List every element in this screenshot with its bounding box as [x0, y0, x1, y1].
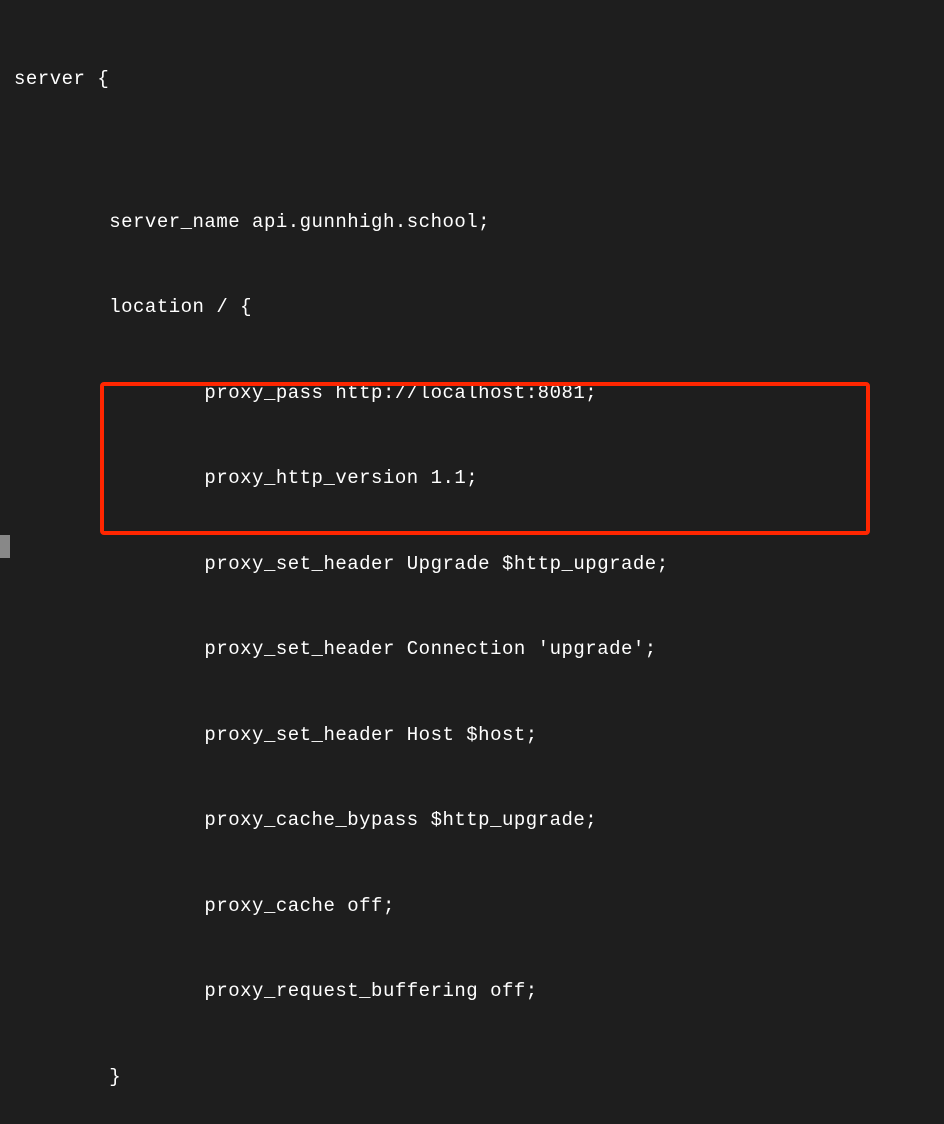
cursor-icon	[0, 535, 10, 558]
code-line: proxy_cache off;	[0, 892, 944, 921]
code-block: server { server_name api.gunnhigh.school…	[0, 8, 944, 1124]
code-line: proxy_cache_bypass $http_upgrade;	[0, 806, 944, 835]
code-line: proxy_set_header Connection 'upgrade';	[0, 635, 944, 664]
code-line: server_name api.gunnhigh.school;	[0, 208, 944, 237]
code-line: location / {	[0, 293, 944, 322]
code-line: proxy_set_header Upgrade $http_upgrade;	[0, 550, 944, 579]
code-line: proxy_set_header Host $host;	[0, 721, 944, 750]
code-line: proxy_http_version 1.1;	[0, 464, 944, 493]
code-line: server {	[0, 65, 944, 94]
code-line: proxy_request_buffering off;	[0, 977, 944, 1006]
code-line: proxy_pass http://localhost:8081;	[0, 379, 944, 408]
code-line: }	[0, 1063, 944, 1092]
